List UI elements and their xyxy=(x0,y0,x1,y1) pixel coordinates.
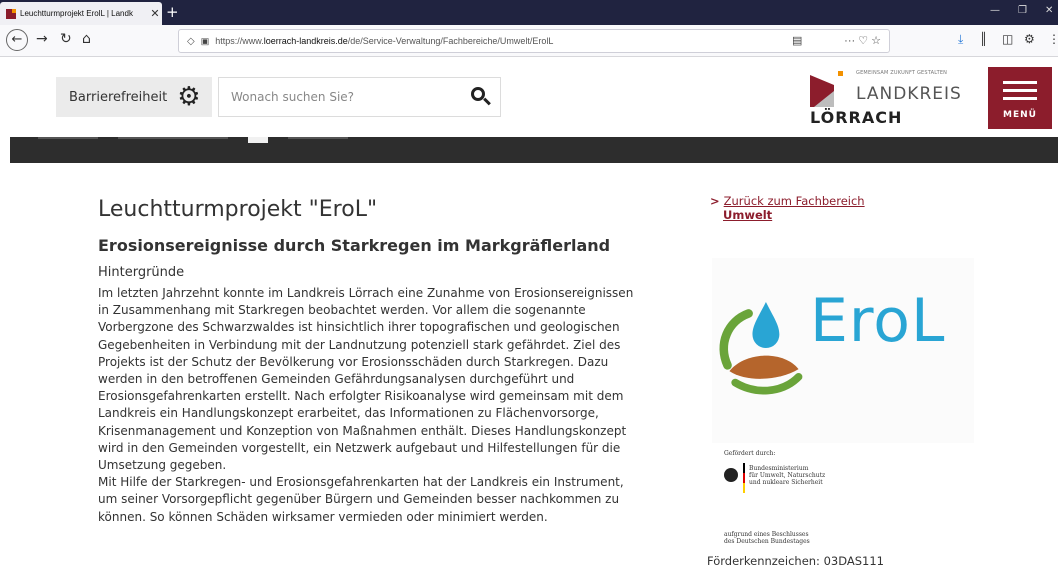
back-link-text[interactable]: Zurück zum Fachbereich xyxy=(724,194,865,208)
dark-navigation-strip xyxy=(10,137,1058,163)
library-icon[interactable]: ║ xyxy=(980,32,987,46)
site-favicon-icon xyxy=(6,8,16,19)
shield-icon[interactable]: ◇ xyxy=(187,36,195,47)
back-to-department-link[interactable]: > Zurück zum Fachbereich Umwelt xyxy=(710,194,990,222)
logo-line-1: LANDKREIS xyxy=(856,84,962,104)
funding-id: Förderkennzeichen: 03DAS111 xyxy=(707,554,884,568)
download-icon[interactable]: ⤓ xyxy=(958,32,963,47)
chevron-right-icon: > xyxy=(710,194,720,208)
url-path: /de/Service-Verwaltung/Fachbereiche/Umwe… xyxy=(347,36,554,46)
hamburger-icon xyxy=(1003,81,1037,84)
search-box[interactable]: Wonach suchen Sie? xyxy=(218,77,501,117)
url-domain: loerrach-landkreis.de xyxy=(263,36,348,46)
ministry-name: Bundesministerium für Umwelt, Naturschut… xyxy=(749,465,869,486)
url-text: https://www.loerrach-landkreis.de/de/Ser… xyxy=(215,36,553,46)
page-subtitle: Erosionsereignisse durch Starkregen im M… xyxy=(98,236,611,255)
gear-icon: ⚙ xyxy=(177,82,201,112)
body-paragraph-2: Mit Hilfe der Starkregen- und Erosionsge… xyxy=(98,475,624,524)
german-flag-bar-icon xyxy=(743,463,745,493)
decision-line: des Deutschen Bundestages xyxy=(724,538,810,545)
reader-icon[interactable]: ▤ xyxy=(792,34,802,47)
lock-icon[interactable]: ▣ xyxy=(201,36,210,47)
back-link-target[interactable]: Umwelt xyxy=(723,208,772,222)
federal-eagle-icon xyxy=(724,468,738,482)
accessibility-label: Barrierefreiheit xyxy=(69,89,168,105)
browser-nav-bar: ← → ↻ ⌂ ◇ ▣ https://www.loerrach-landkre… xyxy=(0,25,1058,57)
overflow-menu-icon[interactable]: ⋮ xyxy=(1048,32,1058,46)
tab-title: Leuchtturmprojekt ErolL | Landk xyxy=(20,9,133,18)
site-header: Barrierefreiheit ⚙ Wonach suchen Sie? GE… xyxy=(0,57,1058,137)
minimize-window-icon[interactable]: — xyxy=(990,5,1000,16)
extension-icon[interactable]: ⚙ xyxy=(1024,32,1035,46)
body-paragraph-1: Im letzten Jahrzehnt konnte im Landkreis… xyxy=(98,286,634,473)
browser-tab-bar: Leuchtturmprojekt ErolL | Landk ✕ + — ❐ … xyxy=(0,0,1058,25)
funded-by-label: Gefördert durch: xyxy=(724,450,776,457)
section-heading: Hintergründe xyxy=(98,265,185,280)
browser-tab[interactable]: Leuchtturmprojekt ErolL | Landk ✕ xyxy=(0,2,162,25)
search-icon[interactable] xyxy=(460,77,500,117)
home-icon[interactable]: ⌂ xyxy=(82,31,91,47)
landkreis-loerrach-logo[interactable]: GEMEINSAM ZUKUNFT GESTALTEN LANDKREIS LÖ… xyxy=(810,63,980,131)
sidebar: > Zurück zum Fachbereich Umwelt xyxy=(710,194,990,222)
forward-arrow-icon[interactable]: → xyxy=(36,31,48,47)
funding-notice: Gefördert durch: Bundesministerium für U… xyxy=(724,450,904,545)
bundestag-decision: aufgrund eines Beschlusses des Deutschen… xyxy=(724,531,864,545)
menu-label: MENÜ xyxy=(1003,110,1037,120)
search-input[interactable]: Wonach suchen Sie? xyxy=(219,90,460,104)
accessibility-button[interactable]: Barrierefreiheit ⚙ xyxy=(56,77,212,117)
logo-tagline: GEMEINSAM ZUKUNFT GESTALTEN xyxy=(856,70,948,76)
ministry-line: und nukleare Sicherheit xyxy=(749,479,823,486)
url-prefix: https://www. xyxy=(215,36,264,46)
decision-line: aufgrund eines Beschlusses xyxy=(724,531,809,538)
url-bar[interactable]: ◇ ▣ https://www.loerrach-landkreis.de/de… xyxy=(178,29,890,53)
sidebar-icon[interactable]: ◫ xyxy=(1002,32,1013,46)
page-title: Leuchtturmprojekt "EroL" xyxy=(98,197,378,222)
main-content: Leuchtturmprojekt "EroL" Erosionsereigni… xyxy=(98,197,638,526)
erol-emblem-icon xyxy=(719,301,803,395)
erol-project-logo: EroL xyxy=(712,258,974,443)
logo-mark-icon xyxy=(810,71,843,107)
logo-line-2: LÖRRACH xyxy=(810,108,903,127)
reload-icon[interactable]: ↻ xyxy=(60,31,72,47)
back-arrow-icon[interactable]: ← xyxy=(6,29,28,51)
ministry-line: Bundesministerium xyxy=(749,465,809,472)
erol-logo-text: EroL xyxy=(810,286,946,356)
page-actions[interactable]: ··· ♡ ☆ xyxy=(844,34,881,47)
close-window-icon[interactable]: ✕ xyxy=(1045,5,1053,16)
new-tab-button[interactable]: + xyxy=(166,3,179,21)
ministry-line: für Umwelt, Naturschutz xyxy=(749,472,826,479)
restore-window-icon[interactable]: ❐ xyxy=(1018,5,1027,16)
menu-button[interactable]: MENÜ xyxy=(988,67,1052,129)
close-tab-icon[interactable]: ✕ xyxy=(148,7,162,20)
